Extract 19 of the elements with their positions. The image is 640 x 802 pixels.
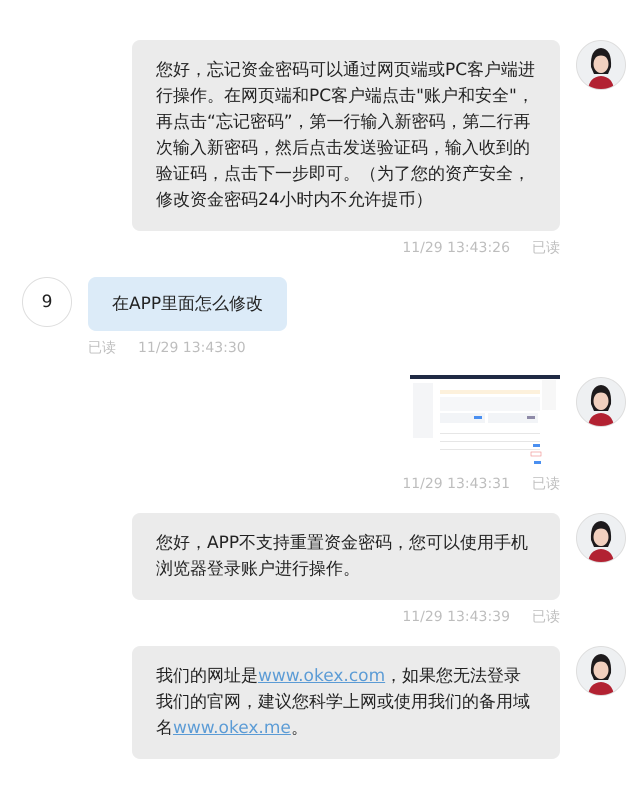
avatar-icon [576, 377, 626, 427]
avatar-icon [576, 646, 626, 696]
timestamp: 11/29 13:43:30 [138, 339, 246, 357]
avatar: 9 [22, 277, 72, 327]
read-status: 已读 [88, 339, 116, 357]
message-bubble: 我们的网址是www.okex.com，如果您无法登录我们的官网，建议您科学上网或使用我们的备用域名www.okex.me。 [132, 646, 560, 759]
link[interactable]: www.okex.me [173, 718, 291, 738]
message-bubble: 您好，忘记资金密码可以通过网页端或PC客户端进行操作。在网页端和PC客户端点击"账户和安全"，再点击“忘记密码”，第一行输入新密码，第二行再次输入新密码，然后点击发送验证码，输入收到的验证码，点击下一步即可。（为了您的资产安全，修改资金密码24小时内不允许提币） [132, 40, 560, 231]
message-bubble: 您好，APP不支持重置资金密码，您可以使用手机浏览器登录账户进行操作。 [132, 513, 560, 600]
message-bubble: 在APP里面怎么修改 [88, 277, 288, 331]
timestamp: 11/29 13:43:39 [402, 608, 510, 626]
read-status: 已读 [532, 608, 560, 626]
link[interactable]: www.okex.com [258, 666, 386, 686]
read-status: 已读 [532, 475, 560, 493]
read-status: 已读 [532, 239, 560, 257]
timestamp: 11/29 13:43:26 [402, 239, 510, 257]
avatar-icon [576, 40, 626, 90]
avatar-icon [576, 513, 626, 563]
timestamp: 11/29 13:43:31 [402, 475, 510, 493]
